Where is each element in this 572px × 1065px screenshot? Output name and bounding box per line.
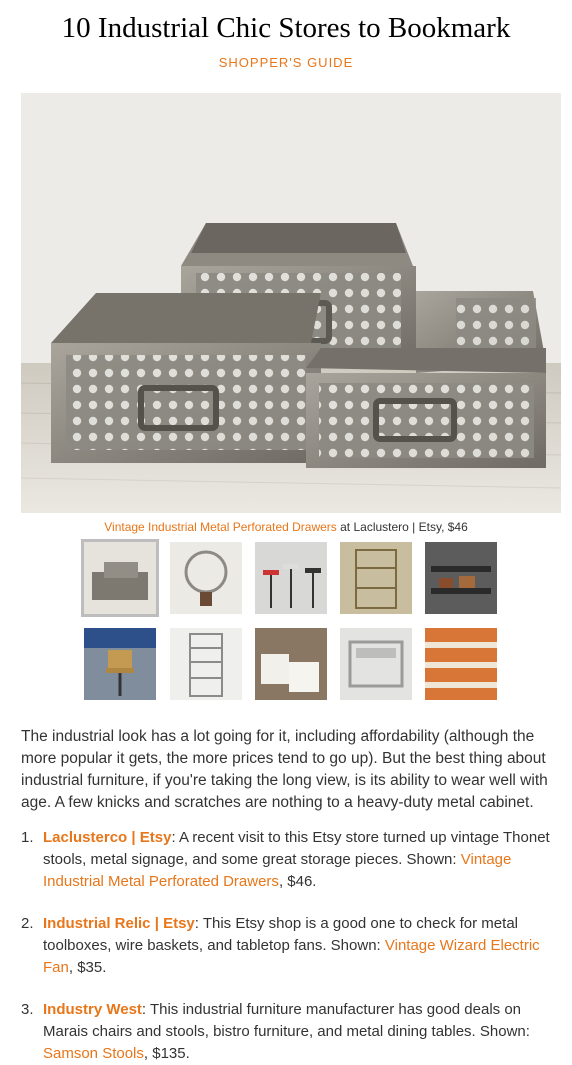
store-platform-link[interactable]: Etsy xyxy=(140,829,172,846)
caption-source: at Laclustero | Etsy, $46 xyxy=(336,520,468,534)
intro-text: The industrial look has a lot going for … xyxy=(21,728,548,811)
image-caption: Vintage Industrial Metal Perforated Draw… xyxy=(0,520,572,534)
store-price: , $35. xyxy=(68,959,107,976)
intro-paragraph: The industrial look has a lot going for … xyxy=(21,726,551,814)
caption-link[interactable]: Vintage Industrial Metal Perforated Draw… xyxy=(104,520,337,534)
thumbnail-shelving[interactable] xyxy=(170,628,242,700)
store-separator: | xyxy=(127,829,140,846)
thumbnail-chair[interactable] xyxy=(84,628,156,700)
bags-thumb-icon xyxy=(255,628,327,700)
store-list: 1. Laclusterco | Etsy: A recent visit to… xyxy=(21,827,561,1065)
store-item-link[interactable]: Samson Stools xyxy=(43,1045,144,1062)
store-price: , $46. xyxy=(278,873,317,890)
chair-thumb-icon xyxy=(84,628,156,700)
thumbnail-wire-shelf[interactable] xyxy=(340,542,412,614)
thumbnail-drawers[interactable] xyxy=(81,539,159,617)
thumbnail-stools[interactable] xyxy=(255,542,327,614)
article-title: 10 Industrial Chic Stores to Bookmark xyxy=(61,12,511,44)
stools-thumb-icon xyxy=(255,542,327,614)
hero-image xyxy=(21,93,561,513)
thumbnail-orange-drawers[interactable] xyxy=(425,628,497,700)
store-platform-link[interactable]: Etsy xyxy=(163,915,195,932)
metal-drawers-illustration xyxy=(21,93,561,513)
thumbnail-cart[interactable] xyxy=(425,542,497,614)
fan-thumb-icon xyxy=(170,542,242,614)
store-separator: | xyxy=(150,915,164,932)
kitchen-cart-thumb-icon xyxy=(340,628,412,700)
drawers-thumb-icon xyxy=(84,542,156,614)
store-item-industry-west: 3. Industry West: This industrial furnit… xyxy=(21,999,561,1065)
orange-drawers-thumb-icon xyxy=(425,628,497,700)
list-number: 3. xyxy=(21,1001,34,1018)
list-number: 2. xyxy=(21,915,34,932)
shelf-thumb-icon xyxy=(340,542,412,614)
list-number: 1. xyxy=(21,829,34,846)
store-name-link[interactable]: Industrial Relic xyxy=(43,915,151,932)
thumbnail-fan[interactable] xyxy=(170,542,242,614)
store-name-link[interactable]: Laclusterco xyxy=(43,829,127,846)
thumbnail-kitchen-cart[interactable] xyxy=(340,628,412,700)
section-kicker[interactable]: SHOPPER'S GUIDE xyxy=(0,55,572,70)
store-item-laclusterco: 1. Laclusterco | Etsy: A recent visit to… xyxy=(21,827,561,893)
store-item-industrial-relic: 2. Industrial Relic | Etsy: This Etsy sh… xyxy=(21,913,561,979)
store-price: , $135. xyxy=(143,1045,190,1062)
shelving-thumb-icon xyxy=(170,628,242,700)
cart-thumb-icon xyxy=(425,542,497,614)
thumbnail-bags[interactable] xyxy=(255,628,327,700)
store-name-link[interactable]: Industry West xyxy=(43,1001,142,1018)
